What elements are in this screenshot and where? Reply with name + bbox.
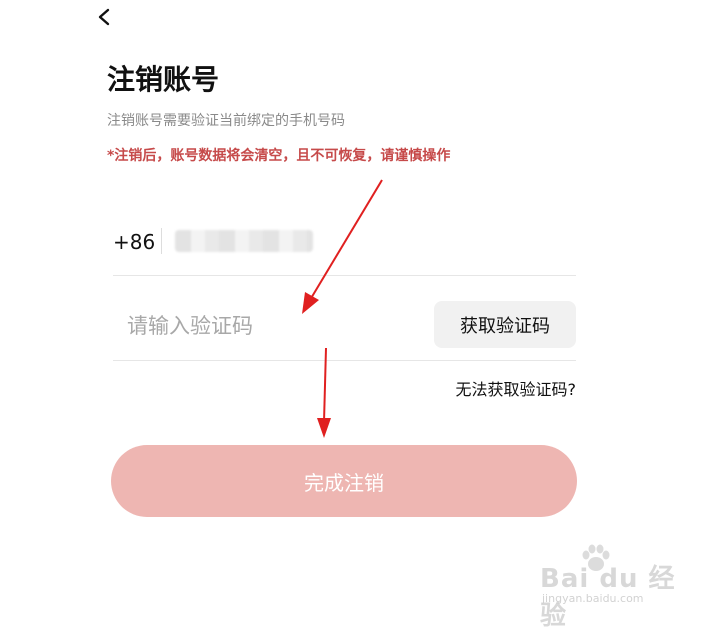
phone-number-row: +86 [113,222,576,262]
country-code: +86 [113,230,156,254]
divider [161,228,162,254]
divider [113,360,576,361]
cannot-get-code-link[interactable]: 无法获取验证码? [456,376,577,400]
watermark: Bai du 经验 jingyan.baidu.com [540,544,700,631]
verification-code-input[interactable] [113,302,427,350]
page-title: 注销账号 [107,63,220,96]
divider [113,275,576,276]
watermark-url: jingyan.baidu.com [542,592,644,605]
arrowhead-icon [317,418,331,438]
back-arrow-icon[interactable] [96,6,118,28]
page-subtitle: 注销账号需要验证当前绑定的手机号码 [107,113,345,129]
warning-text: *注销后，账号数据将会清空，且不可恢复，请谨慎操作 [107,148,451,164]
complete-cancellation-button[interactable]: 完成注销 [111,445,577,517]
masked-phone-number [175,230,313,252]
get-code-button[interactable]: 获取验证码 [434,301,576,348]
